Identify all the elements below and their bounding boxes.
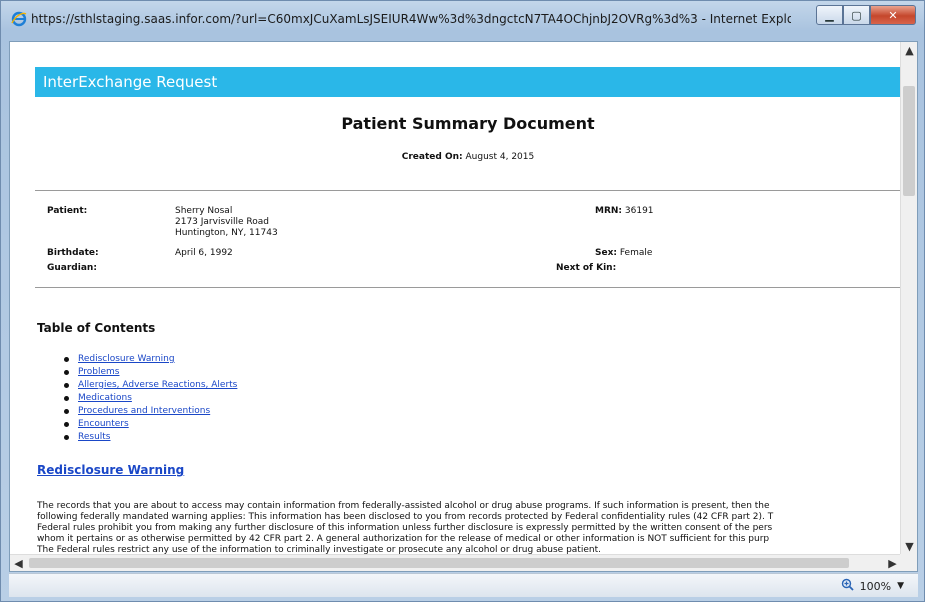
zoom-control[interactable]: 100% ▼	[841, 578, 904, 594]
patient-address-line1: 2173 Jarvisville Road	[175, 217, 269, 227]
created-on: Created On: August 4, 2015	[35, 152, 901, 162]
toc-link-procedures[interactable]: Procedures and Interventions	[78, 406, 210, 416]
next-of-kin-label: Next of Kin:	[556, 263, 617, 273]
browser-window: https://sthlstaging.saas.infor.com/?url=…	[0, 0, 925, 602]
patient-label: Patient:	[47, 206, 88, 216]
page-content: InterExchange Request Patient Summary Do…	[10, 42, 901, 555]
bullet-icon	[64, 435, 69, 440]
bullet-icon	[64, 409, 69, 414]
chevron-down-icon[interactable]: ▼	[897, 581, 904, 591]
birthdate-label: Birthdate:	[47, 248, 99, 258]
mrn-label: MRN:	[595, 206, 623, 216]
status-bar: 100% ▼	[9, 573, 918, 597]
paragraph-line: The records that you are about to access…	[37, 501, 770, 511]
mrn: MRN: 36191	[595, 206, 654, 217]
maximize-icon[interactable]: ▢	[843, 5, 870, 25]
list-item: Problems	[64, 366, 237, 379]
list-item: Encounters	[64, 418, 237, 431]
divider	[35, 190, 901, 191]
scroll-up-icon[interactable]: ▲	[901, 42, 917, 59]
internet-explorer-icon	[10, 10, 28, 28]
toc-list: Redisclosure Warning Problems Allergies,…	[64, 353, 237, 444]
list-item: Results	[64, 431, 237, 444]
horizontal-scroll-thumb[interactable]	[29, 558, 849, 568]
list-item: Redisclosure Warning	[64, 353, 237, 366]
sex-value: Female	[619, 248, 653, 258]
toc-link-redisclosure-warning[interactable]: Redisclosure Warning	[78, 354, 175, 364]
window-title: https://sthlstaging.saas.infor.com/?url=…	[31, 12, 791, 26]
scrollbar-corner	[900, 554, 917, 571]
bullet-icon	[64, 422, 69, 427]
minimize-icon[interactable]: ▁	[816, 5, 843, 25]
request-banner: InterExchange Request	[35, 67, 901, 97]
list-item: Procedures and Interventions	[64, 405, 237, 418]
mrn-value: 36191	[624, 206, 654, 216]
redisclosure-paragraph: The records that you are about to access…	[37, 501, 901, 555]
page-title: Patient Summary Document	[341, 114, 595, 133]
section-heading-redisclosure-warning[interactable]: Redisclosure Warning	[37, 463, 184, 477]
vertical-scroll-thumb[interactable]	[903, 86, 915, 196]
paragraph-line: whom it pertains or as otherwise permitt…	[37, 534, 770, 544]
guardian-label: Guardian:	[47, 263, 97, 273]
scroll-right-icon[interactable]: ▶	[884, 555, 901, 571]
toc-link-results[interactable]: Results	[78, 432, 111, 442]
toc-link-encounters[interactable]: Encounters	[78, 419, 129, 429]
horizontal-scrollbar[interactable]: ◀ ▶	[10, 554, 901, 571]
bullet-icon	[64, 357, 69, 362]
paragraph-line: Federal rules prohibit you from making a…	[37, 523, 773, 533]
list-item: Medications	[64, 392, 237, 405]
toc-link-medications[interactable]: Medications	[78, 393, 132, 403]
list-item: Allergies, Adverse Reactions, Alerts	[64, 379, 237, 392]
vertical-scrollbar[interactable]: ▲ ▼	[900, 42, 917, 555]
bullet-icon	[64, 370, 69, 375]
divider	[35, 287, 901, 288]
title-bar: https://sthlstaging.saas.infor.com/?url=…	[1, 1, 924, 37]
close-icon[interactable]: ✕	[870, 5, 916, 25]
birthdate-value: April 6, 1992	[175, 248, 233, 258]
zoom-icon	[841, 578, 854, 594]
patient-name: Sherry Nosal	[175, 206, 233, 216]
paragraph-line: following federally mandated warning app…	[37, 512, 774, 522]
window-controls: ▁ ▢ ✕	[816, 5, 916, 25]
scroll-down-icon[interactable]: ▼	[901, 538, 917, 555]
toc-link-allergies[interactable]: Allergies, Adverse Reactions, Alerts	[78, 380, 237, 390]
toc-link-problems[interactable]: Problems	[78, 367, 119, 377]
sex-label: Sex:	[595, 248, 617, 258]
bullet-icon	[64, 383, 69, 388]
zoom-level: 100%	[859, 579, 892, 593]
created-on-value: August 4, 2015	[465, 152, 535, 162]
page-viewport: InterExchange Request Patient Summary Do…	[9, 41, 918, 572]
patient-address-line2: Huntington, NY, 11743	[175, 228, 278, 238]
created-on-label: Created On:	[401, 152, 463, 162]
scroll-left-icon[interactable]: ◀	[10, 555, 27, 571]
toc-heading: Table of Contents	[37, 321, 156, 335]
bullet-icon	[64, 396, 69, 401]
sex: Sex: Female	[595, 248, 652, 259]
